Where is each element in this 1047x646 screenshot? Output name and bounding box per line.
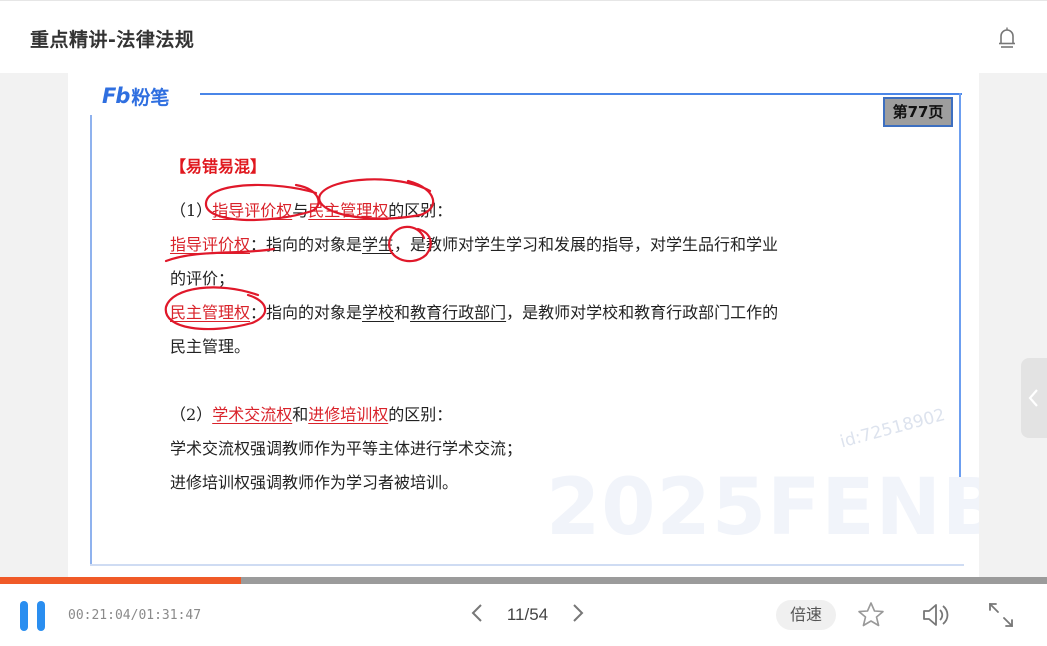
playback-time: 00:21:04/01:31:47 (68, 608, 202, 623)
fenbi-logo: Fb 粉笔 (102, 83, 169, 109)
slide-stage: Fb 粉笔 第77页 id:72518902 2025FENBI 【易错易混】 … (0, 73, 1047, 577)
body-text: ：指向的对象是 (250, 235, 363, 254)
list-number: （1） (170, 201, 213, 220)
frame-line (200, 93, 962, 95)
page-title: 重点精讲-法律法规 (30, 29, 195, 51)
object-education-dept: 教育行政部门 (410, 303, 507, 322)
volume-icon[interactable] (920, 600, 950, 630)
list-number: （2） (170, 405, 213, 424)
paragraph-6: 进修培训权强调教师作为学习者被培训。 (170, 473, 459, 492)
paragraph-2-cont: 的评价； (170, 269, 235, 288)
object-school: 学校 (362, 303, 395, 322)
fullscreen-icon[interactable] (986, 600, 1016, 630)
prev-page-icon[interactable] (470, 603, 484, 628)
term-democratic-management: 民主管理权 (170, 303, 251, 322)
term-academic-exchange: 学术交流权 (212, 405, 293, 424)
alarm-bell-icon[interactable] (997, 27, 1017, 49)
frame-line (90, 564, 964, 566)
connector-text: 和 (394, 303, 411, 322)
star-icon[interactable] (856, 600, 886, 630)
collapse-sidebar-tab[interactable] (1021, 358, 1047, 438)
paragraph-1: （1）指导评价权与民主管理权的区别： (170, 197, 452, 221)
body-text: ：指向的对象是 (250, 303, 363, 322)
body-text: ，是教师对学生学习和发展的指导，对学生品行和学业 (394, 235, 779, 254)
suffix-text: 的区别： (388, 201, 453, 220)
object-student: 学生 (362, 235, 395, 254)
paragraph-4: （2）学术交流权和进修培训权的区别： (170, 401, 452, 425)
section-heading: 【易错易混】 (170, 157, 267, 176)
page-counter: 11/54 (506, 605, 549, 624)
playback-progress-bar[interactable] (0, 577, 1047, 584)
pause-icon (20, 601, 28, 631)
player-controls: 00:21:04/01:31:47 11/54 倍速 (0, 584, 1047, 646)
progress-fill (0, 577, 241, 584)
watermark-text: 2025FENBI (546, 463, 979, 553)
collapse-sidebar-icon (1028, 389, 1038, 407)
connector-text: 与 (292, 201, 309, 220)
term-democratic-management: 民主管理权 (308, 201, 389, 220)
paragraph-3: 民主管理权：指向的对象是学校和教育行政部门，是教师对学校和教育行政部门工作的 (170, 299, 778, 323)
term-guidance-evaluation: 指导评价权 (212, 201, 293, 220)
frame-line (90, 115, 92, 565)
connector-text: 和 (292, 405, 309, 424)
pause-button[interactable] (20, 601, 46, 631)
header-bar: 重点精讲-法律法规 (0, 0, 1047, 73)
suffix-text: 的区别： (388, 405, 453, 424)
watermark-id: id:72518902 (838, 405, 948, 453)
paragraph-5: 学术交流权强调教师作为平等主体进行学术交流； (170, 439, 523, 458)
slide-page-badge: 第77页 (883, 97, 953, 127)
slide: Fb 粉笔 第77页 id:72518902 2025FENBI 【易错易混】 … (68, 73, 979, 577)
paragraph-2: 指导评价权：指向的对象是学生，是教师对学生学习和发展的指导，对学生品行和学业 (170, 231, 778, 255)
term-guidance-evaluation: 指导评价权 (170, 235, 251, 254)
body-text: ，是教师对学校和教育行政部门工作的 (506, 303, 779, 322)
term-training: 进修培训权 (308, 405, 389, 424)
speed-button[interactable]: 倍速 (776, 600, 836, 630)
pause-icon (37, 601, 45, 631)
paragraph-3-cont: 民主管理。 (170, 337, 251, 356)
page-navigator: 11/54 (470, 601, 585, 629)
logo-mark: Fb (102, 84, 130, 108)
logo-name: 粉笔 (131, 86, 170, 109)
next-page-icon[interactable] (571, 603, 585, 628)
